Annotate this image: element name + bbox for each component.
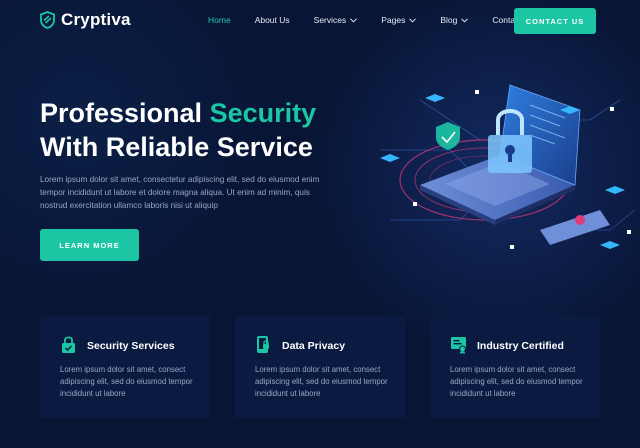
feature-card-privacy[interactable]: Data Privacy Lorem ipsum dolor sit amet,… xyxy=(235,316,405,418)
contact-us-button[interactable]: CONTACT US xyxy=(514,8,596,34)
nav-item-about[interactable]: About Us xyxy=(255,15,290,25)
site-header: Cryptiva Home About Us Services Pages Bl… xyxy=(0,0,640,42)
nav-item-home[interactable]: Home xyxy=(208,15,231,25)
nav-label: About Us xyxy=(254,15,290,25)
chevron-down-icon xyxy=(409,17,417,23)
hero-title-line2: With Reliable Service xyxy=(40,132,313,162)
feature-card-certified[interactable]: Industry Certified Lorem ipsum dolor sit… xyxy=(430,316,600,418)
feature-title: Data Privacy xyxy=(282,340,346,352)
feature-card-security[interactable]: Security Services Lorem ipsum dolor sit … xyxy=(40,316,210,418)
shield-logo-icon xyxy=(40,11,55,29)
hero-title-prefix: Professional xyxy=(40,98,210,128)
nav-item-blog[interactable]: Blog xyxy=(440,15,469,25)
phone-lock-icon xyxy=(257,336,269,353)
feature-text: Lorem ipsum dolor sit amet, consect adip… xyxy=(60,365,193,398)
nav-item-pages[interactable]: Pages xyxy=(381,15,417,25)
logo[interactable]: Cryptiva xyxy=(40,10,131,30)
feature-title: Industry Certified xyxy=(477,340,564,352)
chevron-down-icon xyxy=(461,17,469,23)
feature-text: Lorem ipsum dolor sit amet, consect adip… xyxy=(255,365,388,398)
chevron-down-icon xyxy=(350,17,358,23)
laptop-lock-icon xyxy=(380,84,636,249)
feature-title: Security Services xyxy=(87,340,175,352)
hero-title: Professional Security With Reliable Serv… xyxy=(40,96,316,164)
nav-label: Services xyxy=(313,15,347,25)
nav-item-services[interactable]: Services xyxy=(314,15,358,25)
certificate-icon xyxy=(451,337,466,354)
learn-more-button[interactable]: LEARN MORE xyxy=(40,229,139,261)
nav-label: Blog xyxy=(440,15,458,25)
brand-name: Cryptiva xyxy=(61,10,131,29)
nav-label: Pages xyxy=(381,15,406,25)
main-nav: Home About Us Services Pages Blog Contac… xyxy=(208,15,546,25)
lock-shield-icon xyxy=(62,336,75,353)
nav-label: Home xyxy=(208,15,231,25)
hero-description: Lorem ipsum dolor sit amet, consectetur … xyxy=(40,175,320,210)
hero-title-accent: Security xyxy=(209,98,317,128)
feature-text: Lorem ipsum dolor sit amet, consect adip… xyxy=(450,365,583,398)
